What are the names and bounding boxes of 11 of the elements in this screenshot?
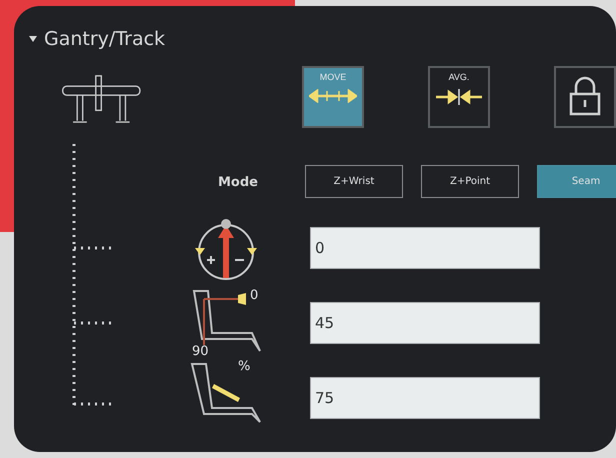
section-title: Gantry/Track [44,28,166,50]
mode-button[interactable]: Z+Wrist [305,165,403,198]
percent-label: % [238,360,250,374]
mode-button[interactable]: Z+Point [421,165,519,198]
ninety-degree-label: 90 [192,344,209,358]
mode-label: Mode [218,174,258,190]
average-tool-button[interactable]: AVG. [428,66,490,128]
value-field[interactable]: 0 [310,226,540,268]
value-field[interactable]: 75 [310,376,540,418]
zero-degree-label: 0 [250,288,258,302]
value-field[interactable]: 45 [310,302,540,344]
